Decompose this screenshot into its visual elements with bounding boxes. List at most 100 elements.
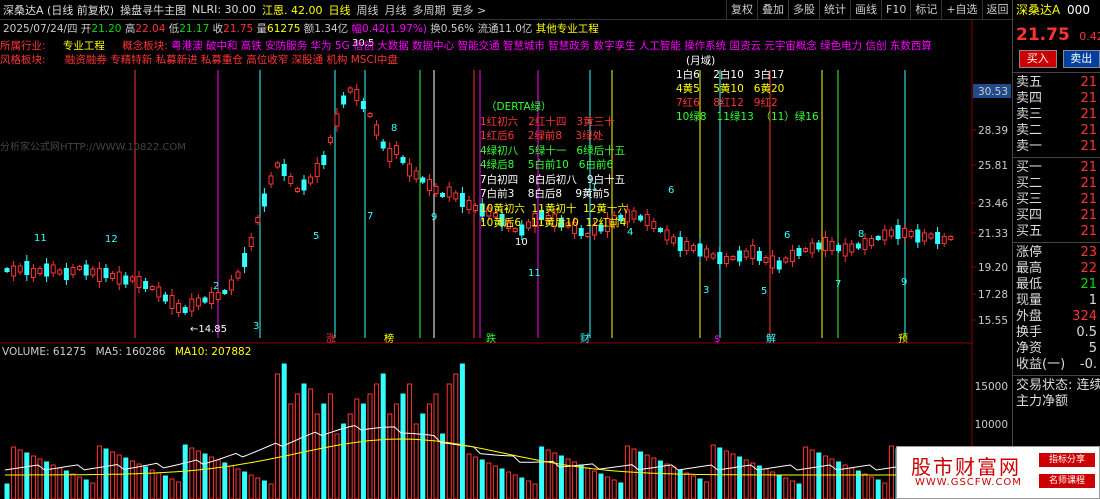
- candle-body: [671, 236, 677, 244]
- toolbar-overlay[interactable]: 叠加: [757, 0, 788, 20]
- ask-value: 21: [1080, 75, 1097, 90]
- candle-body: [268, 175, 274, 185]
- toolbar-add-watch[interactable]: +自选: [941, 0, 981, 20]
- volume-bar: [156, 472, 162, 499]
- volume-bar: [50, 464, 56, 499]
- candle-body: [182, 307, 188, 313]
- candle-body: [228, 279, 234, 291]
- ask-value: 21: [1080, 139, 1097, 154]
- volume-bar: [202, 453, 208, 499]
- candle-body: [301, 179, 307, 191]
- derta-line: 1红初六 2红十四 3黄三十: [480, 115, 615, 128]
- candle-body: [915, 229, 921, 243]
- quote-panel: 深桑达A 000 21.75 0.42 买入 卖出 卖五21卖四21卖三21卖二…: [1012, 0, 1100, 499]
- toolbar-fuquan[interactable]: 复权: [726, 0, 757, 20]
- candle-body: [453, 192, 459, 200]
- nlri-value: NLRI: 30.00: [192, 3, 257, 16]
- trade-buttons: 买入 卖出: [1013, 50, 1100, 70]
- volume-bar: [737, 456, 743, 499]
- volume-bar: [90, 482, 96, 499]
- candle-body: [327, 137, 333, 143]
- candle-body: [869, 238, 875, 246]
- month-line: 7红6 8红12 9红2: [676, 97, 778, 109]
- toolbar-draw[interactable]: 画线: [850, 0, 881, 20]
- stat-label: 最高: [1016, 261, 1043, 276]
- candle-body: [17, 265, 23, 273]
- candle-body: [829, 241, 835, 251]
- month-line: 1白6 2白10 3白17: [676, 69, 785, 81]
- bid-row: 买四 21: [1013, 208, 1100, 224]
- stat-row: 外盘 324: [1013, 309, 1100, 325]
- volume-bar: [149, 469, 155, 499]
- volume-bar: [473, 456, 479, 499]
- period-multi[interactable]: 多周期: [413, 2, 446, 18]
- period-day[interactable]: 日线: [329, 2, 351, 18]
- toolbar-mark[interactable]: 标记: [910, 0, 941, 20]
- volume-bar: [301, 383, 307, 499]
- stat-value: -0.: [1079, 357, 1097, 372]
- candle-body: [862, 238, 868, 250]
- candle-body: [948, 236, 954, 240]
- event-mark: 跌: [486, 332, 496, 345]
- price-tick-label: 21.33: [978, 228, 1008, 240]
- period-more[interactable]: 更多 >: [452, 2, 487, 18]
- volume-bar: [116, 454, 122, 499]
- candle-body: [129, 276, 135, 282]
- stat-label: 净资: [1016, 341, 1043, 356]
- candle-body: [176, 303, 182, 313]
- volume-bar: [756, 465, 762, 499]
- volume-bar: [189, 447, 195, 499]
- cycle-count-label: 11: [34, 233, 47, 244]
- cycle-count-label: 7: [367, 211, 373, 222]
- style-value: 融资融券 专精特新 私募新进 私募重仓 高位收窄 深股通 机构 MSCI中盘: [64, 54, 398, 66]
- vol-header-vol: VOLUME: 61275: [2, 346, 87, 358]
- cycle-count-label: 9: [901, 277, 907, 288]
- volume-bar: [862, 473, 868, 499]
- volume-bar: [83, 479, 89, 499]
- indicator-select[interactable]: 操盘寻牛主图: [120, 2, 186, 18]
- cycle-count-label: 8: [391, 123, 397, 134]
- candle-body: [413, 170, 419, 180]
- candle-body: [374, 124, 380, 136]
- candle-body: [803, 248, 809, 252]
- volume-bar: [605, 476, 611, 499]
- cycle-count-label: 5: [761, 286, 767, 297]
- period-week[interactable]: 周线: [357, 2, 379, 18]
- buy-button[interactable]: 买入: [1019, 50, 1057, 68]
- event-mark: 预: [898, 333, 908, 345]
- toolbar-multi[interactable]: 多股: [788, 0, 819, 20]
- candle-body: [730, 256, 736, 260]
- candle-body: [750, 245, 756, 259]
- period-month[interactable]: 月线: [385, 2, 407, 18]
- event-mark: 解: [766, 332, 776, 345]
- candle-body: [704, 248, 710, 258]
- volume-bar: [242, 471, 248, 499]
- volume-bar: [618, 482, 624, 499]
- volume-bar: [57, 467, 63, 499]
- volume-bar: [644, 454, 650, 499]
- volume-bar: [624, 445, 630, 499]
- toolbar-stats[interactable]: 统计: [819, 0, 850, 20]
- volume-tick-label: 10000: [975, 419, 1008, 431]
- candle-body: [776, 260, 782, 270]
- event-mark: 榜: [384, 332, 394, 345]
- volume-bar: [367, 393, 373, 499]
- volume-bar: [96, 445, 102, 499]
- volume-bar: [446, 383, 452, 499]
- stock-name: 深桑达A: [1016, 3, 1061, 17]
- candle-body: [4, 268, 10, 272]
- candle-body: [816, 242, 822, 250]
- candle-body: [387, 148, 393, 162]
- sell-button[interactable]: 卖出: [1062, 50, 1100, 68]
- candle-body: [255, 217, 261, 223]
- vol-header-ma5: MA5: 160286: [95, 346, 166, 358]
- candle-body: [631, 210, 637, 220]
- toolbar-back[interactable]: 返回: [981, 0, 1013, 20]
- toolbar-f10[interactable]: F10: [881, 0, 910, 20]
- ask-label: 卖二: [1016, 123, 1043, 138]
- industry-label: 所属行业:: [0, 40, 46, 52]
- candle-body: [855, 243, 861, 249]
- kline-chart[interactable]: 30.53 28.39 25.81 23.46 21.33 19.20 17.28 15.55…: [0, 20, 1012, 499]
- watermark-tag-share: 指标分享: [1039, 453, 1095, 467]
- volume-bar: [836, 461, 842, 499]
